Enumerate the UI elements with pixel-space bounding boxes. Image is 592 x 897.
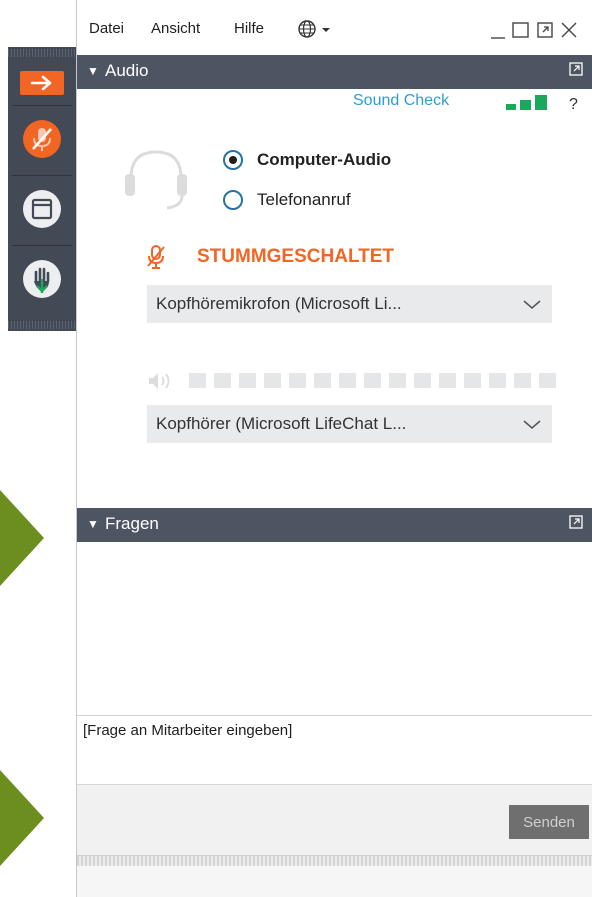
- menu-help[interactable]: Hilfe: [234, 20, 264, 37]
- pop-out-icon[interactable]: [569, 515, 583, 529]
- audio-section-header[interactable]: ▼ Audio: [77, 55, 592, 89]
- questions-footer: Senden: [77, 785, 592, 855]
- speaker-select-value: Kopfhörer (Microsoft LifeChat L...: [156, 414, 407, 433]
- minimize-button[interactable]: [489, 20, 507, 45]
- phone-call-radio[interactable]: [223, 190, 243, 210]
- help-icon[interactable]: ?: [569, 96, 578, 114]
- audio-section-title: Audio: [105, 61, 149, 80]
- gotowebinar-control-toolbar: [8, 47, 76, 331]
- headset-icon: [125, 150, 187, 210]
- globe-icon: [298, 20, 316, 38]
- restore-icon: [537, 22, 553, 38]
- panel-bottom-area: [77, 866, 592, 897]
- questions-section-title: Fragen: [105, 514, 159, 533]
- pop-out-icon[interactable]: [569, 62, 583, 76]
- close-icon: [561, 22, 577, 38]
- callout-arrow-bottom: [0, 770, 44, 866]
- send-button[interactable]: Senden: [509, 805, 589, 839]
- chevron-down-icon: [523, 300, 541, 309]
- arrow-right-icon: [30, 75, 52, 91]
- maximize-icon: [512, 22, 529, 38]
- caret-down-icon: [322, 28, 331, 32]
- microphone-select-value: Kopfhöremikrofon (Microsoft Li...: [156, 294, 402, 313]
- question-input[interactable]: [Frage an Mitarbeiter eingeben]: [77, 715, 592, 785]
- window-icon: [23, 190, 61, 228]
- sound-check-link[interactable]: Sound Check: [353, 92, 449, 110]
- menu-bar: Datei Ansicht Hilfe: [77, 8, 592, 54]
- questions-section-header[interactable]: ▼ Fragen: [77, 508, 592, 542]
- question-input-placeholder: [Frage an Mitarbeiter eingeben]: [83, 722, 293, 739]
- raise-hand-icon: [23, 260, 61, 298]
- computer-audio-radio[interactable]: [223, 150, 243, 170]
- microphone-muted-icon: [23, 120, 61, 158]
- collapse-triangle-icon: ▼: [87, 517, 99, 531]
- close-button[interactable]: [559, 20, 579, 45]
- computer-audio-label[interactable]: Computer-Audio: [257, 150, 391, 170]
- speaker-select[interactable]: Kopfhörer (Microsoft LifeChat L...: [147, 405, 552, 443]
- collapse-triangle-icon: ▼: [87, 64, 99, 78]
- maximize-button[interactable]: [511, 20, 531, 45]
- control-panel: Datei Ansicht Hilfe ▼ Audio Sound Check …: [76, 0, 592, 897]
- restore-button[interactable]: [535, 20, 555, 45]
- microphone-muted-status-icon: [147, 245, 165, 269]
- toolbar-grip-bottom[interactable]: [8, 321, 76, 329]
- phone-call-label[interactable]: Telefonanruf: [257, 190, 351, 210]
- menu-view[interactable]: Ansicht: [151, 20, 200, 37]
- mute-status-label: STUMMGESCHALTET: [197, 246, 395, 267]
- questions-log: [77, 542, 592, 715]
- raise-hand-button[interactable]: [20, 257, 64, 301]
- chevron-down-icon: [523, 420, 541, 429]
- hide-panel-button[interactable]: [20, 71, 64, 95]
- panel-resize-handle[interactable]: [77, 855, 592, 866]
- minimize-icon: [491, 37, 505, 39]
- speaker-icon: [149, 373, 170, 389]
- mute-toggle-button[interactable]: [20, 117, 64, 161]
- callout-arrow-top: [0, 490, 44, 586]
- microphone-select[interactable]: Kopfhöremikrofon (Microsoft Li...: [147, 285, 552, 323]
- show-grab-tab-button[interactable]: [20, 187, 64, 231]
- toolbar-grip-top[interactable]: [8, 49, 76, 57]
- language-menu[interactable]: [297, 19, 331, 43]
- menu-file[interactable]: Datei: [89, 20, 124, 37]
- signal-strength-icon: [506, 95, 547, 110]
